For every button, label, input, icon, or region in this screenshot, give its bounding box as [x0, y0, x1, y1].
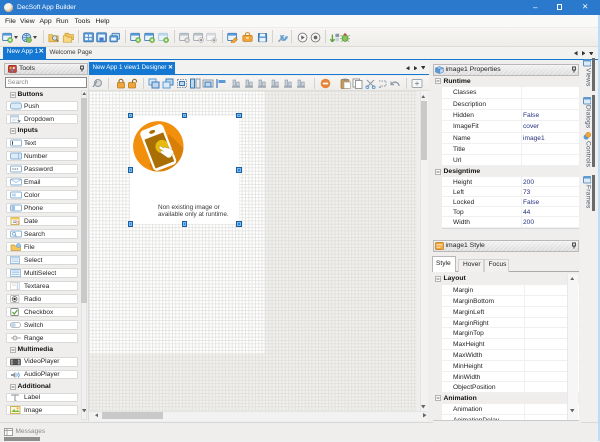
- svg-text:31: 31: [15, 220, 20, 225]
